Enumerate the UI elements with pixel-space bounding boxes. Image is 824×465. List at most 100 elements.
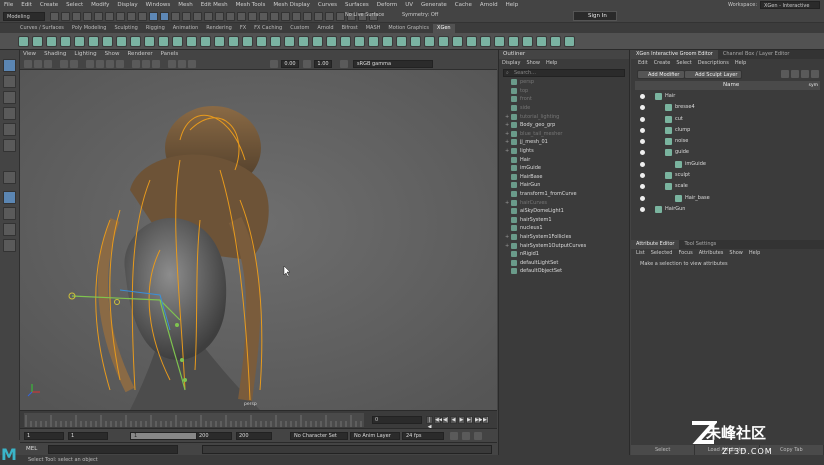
groom-tree-item[interactable]: cut bbox=[631, 114, 824, 125]
xgen-shelf-tool-icon[interactable] bbox=[158, 36, 169, 47]
menu-mesh-display[interactable]: Mesh Display bbox=[269, 2, 314, 8]
groom-tree-item[interactable]: Hair bbox=[631, 91, 824, 102]
status-tool-icon[interactable] bbox=[336, 12, 345, 21]
xgen-shelf-tool-icon[interactable] bbox=[410, 36, 421, 47]
attr-menu-list[interactable]: List bbox=[636, 249, 645, 258]
outliner-item[interactable]: Hair bbox=[499, 155, 629, 164]
groom-tree-item[interactable]: HairGun bbox=[631, 204, 824, 215]
lighting-icon[interactable] bbox=[116, 60, 124, 68]
anti-aliasing-icon[interactable] bbox=[152, 60, 160, 68]
outliner-item[interactable]: HairGun bbox=[499, 181, 629, 190]
attr-menu-focus[interactable]: Focus bbox=[678, 249, 692, 258]
status-tool-icon[interactable] bbox=[303, 12, 312, 21]
3d-viewport[interactable]: persp bbox=[20, 70, 497, 410]
shelf-tab-mash[interactable]: MASH bbox=[362, 24, 385, 33]
visibility-dot-icon[interactable] bbox=[640, 150, 645, 156]
menu-create[interactable]: Create bbox=[36, 2, 62, 8]
menu-mesh-tools[interactable]: Mesh Tools bbox=[232, 2, 270, 8]
xgen-shelf-tool-icon[interactable] bbox=[466, 36, 477, 47]
playback-button[interactable]: |◀ bbox=[426, 416, 433, 430]
status-tool-icon[interactable] bbox=[182, 12, 191, 21]
symmetry-dropdown[interactable]: Symmetry: Off bbox=[402, 12, 438, 18]
status-tool-icon[interactable] bbox=[215, 12, 224, 21]
xgen-shelf-tool-icon[interactable] bbox=[144, 36, 155, 47]
xgen-shelf-tool-icon[interactable] bbox=[172, 36, 183, 47]
shelf-tab-poly-modeling[interactable]: Poly Modeling bbox=[68, 24, 111, 33]
groom-tree-item[interactable]: Hair_base bbox=[631, 193, 824, 204]
shelf-tab-motion-graphics[interactable]: Motion Graphics bbox=[384, 24, 433, 33]
status-tool-icon[interactable] bbox=[325, 12, 334, 21]
animation-end-field[interactable]: 200 bbox=[236, 432, 272, 440]
anim-layer-dropdown[interactable]: No Anim Layer bbox=[350, 432, 400, 440]
menu-edit-mesh[interactable]: Edit Mesh bbox=[197, 2, 232, 8]
xgen-shelf-tool-icon[interactable] bbox=[60, 36, 71, 47]
outliner-item[interactable]: nRigid1 bbox=[499, 250, 629, 259]
xgen-shelf-tool-icon[interactable] bbox=[340, 36, 351, 47]
outliner-menu-show[interactable]: Show bbox=[526, 59, 540, 68]
xgen-shelf-tool-icon[interactable] bbox=[228, 36, 239, 47]
shelf-tab-custom[interactable]: Custom bbox=[286, 24, 313, 33]
attr-menu-attributes[interactable]: Attributes bbox=[699, 249, 724, 258]
shelf-tab-rigging[interactable]: Rigging bbox=[142, 24, 169, 33]
groom-tree-item[interactable]: imGuide bbox=[631, 159, 824, 170]
xgen-shelf-tool-icon[interactable] bbox=[298, 36, 309, 47]
outliner-item[interactable]: defaultLightSet bbox=[499, 258, 629, 267]
xgen-shelf-tool-icon[interactable] bbox=[88, 36, 99, 47]
attr-select-button[interactable]: Select bbox=[631, 445, 696, 455]
grid-toggle-icon[interactable] bbox=[70, 60, 78, 68]
image-plane-icon[interactable] bbox=[60, 60, 68, 68]
status-tool-icon[interactable] bbox=[72, 12, 81, 21]
viewport-menu-renderer[interactable]: Renderer bbox=[127, 51, 152, 57]
xgen-shelf-tool-icon[interactable] bbox=[494, 36, 505, 47]
xgen-shelf-tool-icon[interactable] bbox=[18, 36, 29, 47]
viewport-menu-show[interactable]: Show bbox=[105, 51, 120, 57]
soft-mod-icon[interactable] bbox=[3, 171, 16, 184]
settings-icon[interactable] bbox=[791, 70, 799, 78]
visibility-dot-icon[interactable] bbox=[640, 173, 645, 179]
xgen-shelf-tool-icon[interactable] bbox=[256, 36, 267, 47]
rotate-tool-icon[interactable] bbox=[3, 123, 16, 136]
xgen-shelf-tool-icon[interactable] bbox=[368, 36, 379, 47]
xgen-shelf-tool-icon[interactable] bbox=[284, 36, 295, 47]
outliner-item[interactable]: hairSystem1 bbox=[499, 216, 629, 225]
xgen-menu-descriptions[interactable]: Descriptions bbox=[698, 59, 729, 68]
shelf-tab-fx-caching[interactable]: FX Caching bbox=[250, 24, 286, 33]
status-tool-icon[interactable] bbox=[127, 12, 136, 21]
visibility-dot-icon[interactable] bbox=[640, 139, 645, 145]
auto-key-icon[interactable] bbox=[450, 432, 458, 440]
xgen-shelf-tool-icon[interactable] bbox=[270, 36, 281, 47]
xgen-menu-edit[interactable]: Edit bbox=[638, 59, 648, 68]
anim-prefs-icon[interactable] bbox=[462, 432, 470, 440]
xgen-shelf-tool-icon[interactable] bbox=[480, 36, 491, 47]
shelf-tab-rendering[interactable]: Rendering bbox=[202, 24, 236, 33]
viewport-menu-panels[interactable]: Panels bbox=[161, 51, 179, 57]
status-tool-icon[interactable] bbox=[270, 12, 279, 21]
xgen-shelf-tool-icon[interactable] bbox=[74, 36, 85, 47]
menu-arnold[interactable]: Arnold bbox=[476, 2, 502, 8]
outliner-item[interactable]: + jj_mesh_01 bbox=[499, 138, 629, 147]
viewport-menu-lighting[interactable]: Lighting bbox=[74, 51, 96, 57]
xgen-menu-help[interactable]: Help bbox=[735, 59, 746, 68]
add-modifier-button[interactable]: Add Modifier bbox=[637, 70, 685, 79]
xgen-shelf-tool-icon[interactable] bbox=[200, 36, 211, 47]
single-view-layout-icon[interactable] bbox=[3, 191, 16, 204]
four-view-layout-icon[interactable] bbox=[3, 207, 16, 220]
xgen-shelf-tool-icon[interactable] bbox=[186, 36, 197, 47]
camera-attributes-icon[interactable] bbox=[34, 60, 42, 68]
xgen-shelf-tool-icon[interactable] bbox=[130, 36, 141, 47]
select-tool-icon[interactable] bbox=[3, 59, 16, 72]
visibility-dot-icon[interactable] bbox=[640, 195, 645, 201]
menu-curves[interactable]: Curves bbox=[314, 2, 341, 8]
status-tool-icon[interactable] bbox=[116, 12, 125, 21]
groom-tree-item[interactable]: scale bbox=[631, 181, 824, 192]
visibility-dot-icon[interactable] bbox=[640, 105, 645, 111]
outliner-item[interactable]: + hairCurves bbox=[499, 198, 629, 207]
status-tool-icon[interactable] bbox=[61, 12, 70, 21]
textured-icon[interactable] bbox=[106, 60, 114, 68]
xgen-tab[interactable]: XGen Interactive Groom Editor bbox=[631, 50, 718, 59]
xgen-shelf-tool-icon[interactable] bbox=[312, 36, 323, 47]
playback-start-field[interactable]: 1 bbox=[68, 432, 108, 440]
playback-button[interactable]: ◀◀ bbox=[434, 416, 443, 424]
shelf-tab-curves-surfaces[interactable]: Curves / Surfaces bbox=[16, 24, 68, 33]
audio-icon[interactable] bbox=[474, 432, 482, 440]
